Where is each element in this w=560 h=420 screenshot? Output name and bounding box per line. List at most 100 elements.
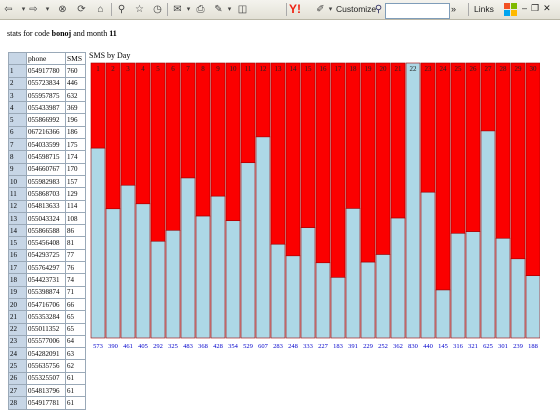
table-row: 28 054917781 61 [8, 396, 86, 410]
bar-remainder [300, 62, 316, 228]
sms-cell: 62 [65, 359, 86, 373]
sms-cell: 77 [65, 248, 86, 263]
day-label: 6 [171, 65, 175, 73]
heading-month: 11 [109, 29, 117, 38]
toolbar-search-icon[interactable]: ⚲ [372, 2, 385, 17]
forward-arrow-icon[interactable]: ⇨ [27, 2, 40, 17]
row-number: 16 [8, 248, 27, 263]
bar-remainder [225, 62, 241, 222]
row-number: 15 [8, 236, 27, 250]
close-icon[interactable]: ✕ [543, 3, 555, 13]
table-row: 23 055577006 64 [8, 334, 86, 349]
value-label: 362 [393, 343, 403, 350]
windows-logo-icon [504, 3, 517, 16]
restore-icon[interactable]: ❐ [531, 3, 543, 13]
row-number: 14 [8, 224, 27, 238]
day-label: 28 [500, 65, 508, 73]
chart-title: SMS by Day [89, 51, 131, 60]
favorites-icon[interactable]: ☆ [133, 2, 146, 17]
sms-cell: 66 [65, 297, 86, 312]
day-label: 1 [96, 65, 100, 73]
forward-dropdown-icon[interactable]: ▾ [41, 2, 54, 17]
phone-cell: 054813633 [26, 199, 66, 213]
bar-remainder [180, 62, 196, 179]
stop-icon[interactable]: ⊗ [56, 2, 69, 17]
bar-value [165, 230, 181, 339]
bar-value [90, 147, 106, 339]
sms-cell: 175 [65, 138, 86, 152]
table-row: 3 055957875 632 [8, 88, 86, 103]
row-number: 19 [8, 285, 27, 299]
table-header-phone: phone [26, 51, 66, 66]
phone-cell: 054660767 [26, 162, 66, 176]
bar-value [345, 208, 361, 339]
value-label: 252 [378, 343, 388, 350]
discuss-icon[interactable]: ◫ [236, 2, 249, 17]
links-button[interactable]: Links [474, 2, 498, 17]
value-label: 830 [408, 343, 418, 350]
row-number: 3 [8, 88, 27, 103]
toolbar-separator [111, 3, 112, 16]
phone-cell: 055011352 [26, 322, 66, 336]
day-label: 4 [141, 65, 145, 73]
table-row: 27 054813796 61 [8, 384, 86, 398]
bar-value [375, 254, 391, 339]
phone-sms-table: phone SMS 1 054917780 760 2 055723834 446 3 055… [8, 51, 86, 410]
table-row: 9 054660767 170 [8, 162, 86, 176]
row-number: 20 [8, 297, 27, 312]
sms-cell: 369 [65, 101, 86, 115]
table-header-blank [8, 51, 27, 66]
search-icon[interactable]: ⚲ [115, 2, 128, 17]
bar-value [225, 220, 241, 339]
row-number: 4 [8, 101, 27, 115]
more-chevron-icon[interactable]: » [451, 2, 456, 17]
table-row: 24 054282091 63 [8, 347, 86, 361]
minimize-icon[interactable]: – [522, 3, 531, 13]
bar-remainder [240, 62, 256, 164]
sms-cell: 65 [65, 310, 86, 324]
phone-cell: 055866588 [26, 224, 66, 238]
toolbar-search-input[interactable] [385, 3, 450, 19]
value-label: 607 [258, 343, 269, 350]
row-number: 11 [8, 187, 27, 201]
sms-cell: 64 [65, 334, 86, 349]
sms-cell: 81 [65, 236, 86, 250]
value-label: 391 [348, 343, 358, 350]
bar-remainder [450, 62, 466, 234]
back-arrow-icon[interactable]: ⇦ [2, 2, 15, 17]
phone-cell: 055868703 [26, 187, 66, 201]
bar-remainder [105, 62, 121, 210]
toolbar-separator [167, 3, 168, 16]
edit-dropdown-icon[interactable]: ▾ [223, 2, 236, 17]
value-label: 283 [273, 343, 283, 350]
sms-cell: 86 [65, 224, 86, 238]
history-icon[interactable]: ◷ [151, 2, 164, 17]
phone-cell: 055433987 [26, 101, 66, 115]
sms-cell: 76 [65, 261, 86, 275]
value-label: 529 [243, 343, 253, 350]
bar-value [450, 233, 466, 339]
bar-value [120, 184, 136, 339]
bar-remainder [495, 62, 511, 239]
yahoo-logo-icon[interactable]: Y! [289, 2, 311, 17]
day-label: 21 [395, 65, 403, 73]
bar-remainder [195, 62, 211, 217]
phone-cell: 055456408 [26, 236, 66, 250]
sms-cell: 61 [65, 396, 86, 410]
print-icon[interactable]: ⎙ [194, 2, 207, 17]
sms-cell: 65 [65, 322, 86, 336]
customize-button[interactable]: Customize [336, 2, 376, 17]
sms-cell: 71 [65, 285, 86, 299]
bar-value [390, 217, 406, 339]
table-row: 7 054033599 175 [8, 138, 86, 152]
row-number: 18 [8, 273, 27, 287]
day-label: 22 [410, 65, 418, 73]
home-icon[interactable]: ⌂ [94, 2, 107, 17]
day-label: 13 [275, 65, 283, 73]
sms-cell: 170 [65, 162, 86, 176]
day-label: 23 [425, 65, 433, 73]
refresh-icon[interactable]: ⟳ [75, 2, 88, 17]
bar-value [255, 136, 271, 339]
sms-cell: 446 [65, 76, 86, 90]
phone-cell: 055635756 [26, 359, 66, 373]
